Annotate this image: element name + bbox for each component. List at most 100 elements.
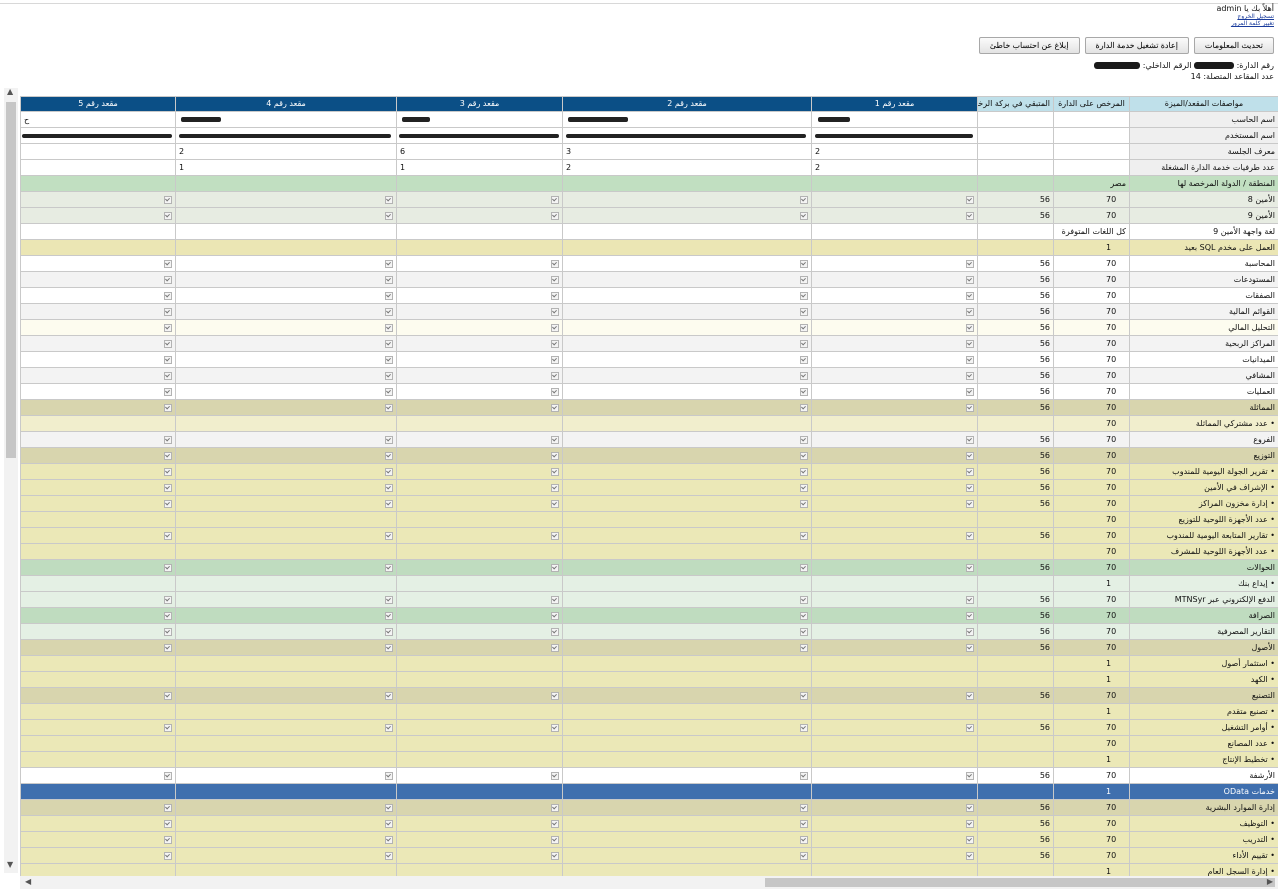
seat-checkbox[interactable] xyxy=(385,723,393,732)
seat-checkbox[interactable] xyxy=(164,691,172,700)
seat-checkbox[interactable] xyxy=(800,499,808,508)
seat-checkbox[interactable] xyxy=(551,723,559,732)
seat-checkbox[interactable] xyxy=(966,803,974,812)
seat-checkbox[interactable] xyxy=(966,435,974,444)
seat-checkbox[interactable] xyxy=(164,403,172,412)
seat-checkbox[interactable] xyxy=(966,275,974,284)
seat-checkbox[interactable] xyxy=(551,195,559,204)
seat-checkbox[interactable] xyxy=(966,835,974,844)
seat-checkbox[interactable] xyxy=(800,611,808,620)
seat-checkbox[interactable] xyxy=(551,291,559,300)
seat-checkbox[interactable] xyxy=(966,771,974,780)
seat-checkbox[interactable] xyxy=(164,611,172,620)
seat-checkbox[interactable] xyxy=(966,851,974,860)
seat-checkbox[interactable] xyxy=(551,819,559,828)
horizontal-scrollbar[interactable]: ◀ ▶ xyxy=(20,876,1278,889)
seat-checkbox[interactable] xyxy=(800,835,808,844)
seat-checkbox[interactable] xyxy=(385,563,393,572)
seat-checkbox[interactable] xyxy=(800,771,808,780)
seat-checkbox[interactable] xyxy=(966,339,974,348)
scroll-left-icon[interactable]: ◀ xyxy=(25,877,31,886)
seat-checkbox[interactable] xyxy=(164,371,172,380)
seat-checkbox[interactable] xyxy=(164,355,172,364)
seat-checkbox[interactable] xyxy=(966,211,974,220)
seat-checkbox[interactable] xyxy=(385,387,393,396)
seat-checkbox[interactable] xyxy=(164,211,172,220)
horizontal-scroll-thumb[interactable] xyxy=(765,878,1275,887)
seat-checkbox[interactable] xyxy=(800,627,808,636)
seat-checkbox[interactable] xyxy=(966,259,974,268)
seat-checkbox[interactable] xyxy=(385,467,393,476)
scroll-up-icon[interactable]: ▲ xyxy=(7,87,13,96)
seat-checkbox[interactable] xyxy=(800,291,808,300)
seat-checkbox[interactable] xyxy=(800,819,808,828)
seat-checkbox[interactable] xyxy=(551,483,559,492)
seat-checkbox[interactable] xyxy=(800,643,808,652)
seat-checkbox[interactable] xyxy=(164,627,172,636)
logout-link[interactable]: تسجيل الخروج xyxy=(1216,13,1274,20)
seat-checkbox[interactable] xyxy=(966,307,974,316)
seat-checkbox[interactable] xyxy=(385,323,393,332)
seat-checkbox[interactable] xyxy=(800,435,808,444)
seat-checkbox[interactable] xyxy=(551,611,559,620)
seat-checkbox[interactable] xyxy=(551,371,559,380)
seat-checkbox[interactable] xyxy=(551,851,559,860)
seat-checkbox[interactable] xyxy=(800,339,808,348)
seat-checkbox[interactable] xyxy=(966,691,974,700)
seat-checkbox[interactable] xyxy=(385,371,393,380)
seat-checkbox[interactable] xyxy=(966,403,974,412)
seat-checkbox[interactable] xyxy=(551,691,559,700)
seat-checkbox[interactable] xyxy=(385,195,393,204)
seat-checkbox[interactable] xyxy=(966,627,974,636)
vertical-scrollbar[interactable]: ▲ ▼ xyxy=(4,87,18,873)
seat-checkbox[interactable] xyxy=(385,611,393,620)
seat-checkbox[interactable] xyxy=(551,387,559,396)
seat-checkbox[interactable] xyxy=(966,819,974,828)
seat-checkbox[interactable] xyxy=(385,403,393,412)
seat-checkbox[interactable] xyxy=(385,307,393,316)
seat-checkbox[interactable] xyxy=(551,627,559,636)
seat-checkbox[interactable] xyxy=(385,483,393,492)
seat-checkbox[interactable] xyxy=(966,291,974,300)
seat-checkbox[interactable] xyxy=(551,467,559,476)
seat-checkbox[interactable] xyxy=(966,531,974,540)
seat-checkbox[interactable] xyxy=(164,435,172,444)
seat-checkbox[interactable] xyxy=(551,275,559,284)
seat-checkbox[interactable] xyxy=(164,259,172,268)
seat-checkbox[interactable] xyxy=(385,355,393,364)
seat-checkbox[interactable] xyxy=(164,819,172,828)
seat-checkbox[interactable] xyxy=(164,595,172,604)
seat-checkbox[interactable] xyxy=(164,291,172,300)
seat-checkbox[interactable] xyxy=(551,323,559,332)
restart-service-button[interactable]: إعادة تشغيل خدمة الدارة xyxy=(1084,37,1189,54)
seat-checkbox[interactable] xyxy=(551,595,559,604)
seat-checkbox[interactable] xyxy=(551,435,559,444)
seat-checkbox[interactable] xyxy=(966,355,974,364)
seat-checkbox[interactable] xyxy=(164,339,172,348)
seat-checkbox[interactable] xyxy=(551,259,559,268)
seat-checkbox[interactable] xyxy=(164,387,172,396)
seat-checkbox[interactable] xyxy=(966,387,974,396)
seat-checkbox[interactable] xyxy=(966,723,974,732)
seat-checkbox[interactable] xyxy=(385,531,393,540)
seat-checkbox[interactable] xyxy=(164,275,172,284)
seat-checkbox[interactable] xyxy=(164,499,172,508)
seat-checkbox[interactable] xyxy=(551,563,559,572)
seat-checkbox[interactable] xyxy=(385,643,393,652)
seat-checkbox[interactable] xyxy=(800,531,808,540)
seat-checkbox[interactable] xyxy=(966,563,974,572)
seat-checkbox[interactable] xyxy=(551,339,559,348)
report-miscalculation-button[interactable]: إبلاغ عن احتساب خاطئ xyxy=(978,37,1080,54)
seat-checkbox[interactable] xyxy=(385,803,393,812)
seat-checkbox[interactable] xyxy=(164,851,172,860)
seat-checkbox[interactable] xyxy=(385,275,393,284)
seat-checkbox[interactable] xyxy=(551,643,559,652)
seat-checkbox[interactable] xyxy=(800,467,808,476)
seat-checkbox[interactable] xyxy=(164,835,172,844)
seat-checkbox[interactable] xyxy=(800,387,808,396)
seat-checkbox[interactable] xyxy=(551,531,559,540)
seat-checkbox[interactable] xyxy=(164,307,172,316)
seat-checkbox[interactable] xyxy=(164,531,172,540)
seat-checkbox[interactable] xyxy=(551,307,559,316)
seat-checkbox[interactable] xyxy=(385,451,393,460)
